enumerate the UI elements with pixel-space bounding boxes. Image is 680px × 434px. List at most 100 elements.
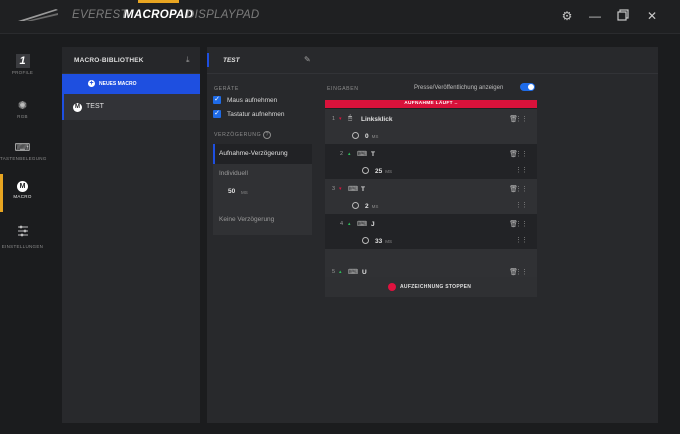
mouse-icon: 🖱: [348, 115, 353, 122]
arrow-down-icon: ▾: [339, 186, 342, 192]
event-number: 1: [332, 116, 336, 122]
event-delay-value: 0: [365, 133, 369, 140]
event-delay-value: 33: [375, 238, 383, 245]
drag-handle-icon[interactable]: ⋮⋮: [515, 166, 528, 174]
help-icon[interactable]: ?: [263, 131, 271, 139]
event-name: J: [371, 221, 375, 228]
drag-handle-icon[interactable]: ⋮⋮: [515, 185, 528, 193]
event-delay-unit: MS: [371, 204, 379, 209]
macro-m-icon: M: [17, 181, 28, 192]
pencil-icon[interactable]: ✎: [304, 55, 311, 64]
event-number: 3: [332, 186, 336, 192]
show-press-release-toggle[interactable]: [520, 83, 535, 91]
rail-item-macro[interactable]: M MACRO: [0, 181, 45, 199]
light-bulb-icon: ✺: [17, 100, 28, 112]
keyboard-icon: ⌨: [348, 186, 359, 193]
event-name: U: [362, 269, 367, 276]
tab-everest[interactable]: EVEREST: [72, 9, 128, 21]
delay-heading: VERZÖGERUNG: [214, 132, 262, 138]
drag-handle-icon[interactable]: ⋮⋮: [515, 115, 528, 123]
event-name: T: [361, 186, 365, 193]
rail-item-rgb[interactable]: ✺ RGB: [0, 100, 45, 119]
drag-handle-icon[interactable]: ⋮⋮: [515, 268, 528, 276]
event-row[interactable]: 4 ▴ ⌨ J 🗑 ⋮⋮ 33 MS ⋮⋮: [325, 214, 537, 249]
rail-item-label: TASTENBELEGUNG: [0, 156, 47, 161]
tab-displaypad[interactable]: DISPLAYPAD: [186, 9, 260, 21]
tab-macropad-label: MACROPAD: [124, 9, 194, 21]
keyboard-icon: ⌨: [348, 269, 359, 276]
profile-number-icon: 1: [15, 54, 30, 68]
minimize-icon[interactable]: —: [588, 9, 602, 23]
custom-delay-value[interactable]: 50: [228, 188, 235, 195]
event-delay[interactable]: 33 MS: [375, 238, 392, 245]
record-mouse-label: Maus aufnehmen: [227, 97, 278, 104]
title-bar: EVEREST MACROPAD DISPLAYPAD ⚙ — ✕: [0, 0, 680, 34]
close-icon[interactable]: ✕: [645, 9, 659, 23]
event-delay-unit: MS: [385, 169, 392, 174]
arrow-up-icon: ▴: [339, 269, 342, 275]
rail-item-label: RGB: [17, 114, 28, 119]
rail-item-profile[interactable]: 1 PROFILE: [0, 54, 45, 75]
event-number: 2: [340, 151, 344, 157]
brand-logo-icon: [18, 9, 58, 21]
delay-option-custom[interactable]: Individuell: [219, 170, 248, 177]
download-icon[interactable]: ⤓: [186, 55, 190, 65]
event-delay-value: 25: [375, 168, 383, 175]
custom-delay-unit: MS: [241, 190, 248, 195]
new-macro-button[interactable]: + NEUES MACRO: [62, 74, 200, 94]
arrow-down-icon: ▾: [339, 116, 342, 122]
event-row[interactable]: 3 ▾ ⌨ T 🗑 ⋮⋮ 2 MS ⋮⋮: [325, 179, 537, 214]
delay-option-recorded-label: Aufnahme-Verzögerung: [219, 150, 288, 157]
event-delay-unit: MS: [385, 239, 392, 244]
macro-name: TEST: [86, 103, 104, 110]
macro-list-item[interactable]: M TEST: [62, 94, 200, 120]
inputs-heading: EINGABEN: [327, 86, 359, 92]
event-name: T: [371, 151, 375, 158]
gear-icon[interactable]: ⚙: [560, 9, 574, 23]
event-delay[interactable]: 25 MS: [375, 168, 392, 175]
event-number: 5: [332, 269, 336, 275]
rail-item-tastenbelegung[interactable]: ⌨ TASTENBELEGUNG: [0, 142, 47, 161]
drag-handle-icon[interactable]: ⋮⋮: [515, 220, 528, 228]
event-name: Linksklick: [361, 116, 393, 123]
restore-window-icon[interactable]: [616, 9, 630, 23]
header-accent: [207, 53, 209, 67]
left-navigation-rail: 1 PROFILE ✺ RGB ⌨ TASTENBELEGUNG M MACRO…: [0, 34, 47, 434]
record-mouse-checkbox[interactable]: ✓: [213, 96, 221, 104]
devices-heading: GERÄTE: [214, 86, 239, 92]
clock-icon: [352, 202, 359, 209]
record-keyboard-checkbox[interactable]: ✓: [213, 110, 221, 118]
macro-title: TEST: [223, 57, 240, 64]
tab-macropad[interactable]: MACROPAD: [124, 0, 194, 21]
keyboard-icon: ⌨: [357, 151, 368, 158]
new-macro-label: NEUES MACRO: [99, 81, 137, 87]
arrow-up-icon: ▴: [348, 221, 351, 227]
drag-handle-icon[interactable]: ⋮⋮: [515, 150, 528, 158]
plus-icon: +: [88, 80, 95, 87]
event-delay-unit: MS: [371, 134, 379, 139]
event-row[interactable]: 5 ▴ ⌨ U 🗑 ⋮⋮: [325, 249, 537, 277]
delay-option-recorded[interactable]: Aufnahme-Verzögerung: [213, 144, 312, 164]
event-delay[interactable]: 2 MS: [365, 203, 378, 210]
rail-item-label: MACRO: [13, 194, 32, 199]
keyboard-icon: ⌨: [14, 142, 31, 154]
drag-handle-icon[interactable]: ⋮⋮: [515, 201, 528, 209]
show-press-release-label: Presse/Veröffentlichung anzeigen: [414, 85, 504, 91]
sliders-icon: [17, 225, 28, 237]
clock-icon: [352, 132, 359, 139]
rail-item-einstellungen[interactable]: EINSTELLUNGEN: [0, 224, 45, 249]
event-delay[interactable]: 0 MS: [365, 133, 378, 140]
stop-recording-button[interactable]: AUFZEICHNUNG STOPPEN: [325, 277, 537, 297]
record-keyboard-label: Tastatur aufnehmen: [227, 111, 285, 118]
drag-handle-icon[interactable]: ⋮⋮: [515, 236, 528, 244]
toggle-knob: [528, 84, 534, 90]
record-dot-icon: [388, 283, 396, 291]
delay-options: Aufnahme-Verzögerung Individuell 50 MS K…: [213, 144, 312, 235]
event-row[interactable]: 2 ▴ ⌨ T 🗑 ⋮⋮ 25 MS ⋮⋮: [325, 144, 537, 179]
delay-option-none[interactable]: Keine Verzögerung: [219, 216, 274, 223]
event-row[interactable]: 1 ▾ 🖱 Linksklick 🗑 ⋮⋮ 0 MS: [325, 109, 537, 144]
event-number: 4: [340, 221, 344, 227]
recording-banner-label: AUFNAHME LÄUFT ..: [404, 101, 458, 106]
rail-item-label: PROFILE: [11, 70, 34, 75]
clock-icon: [362, 237, 369, 244]
